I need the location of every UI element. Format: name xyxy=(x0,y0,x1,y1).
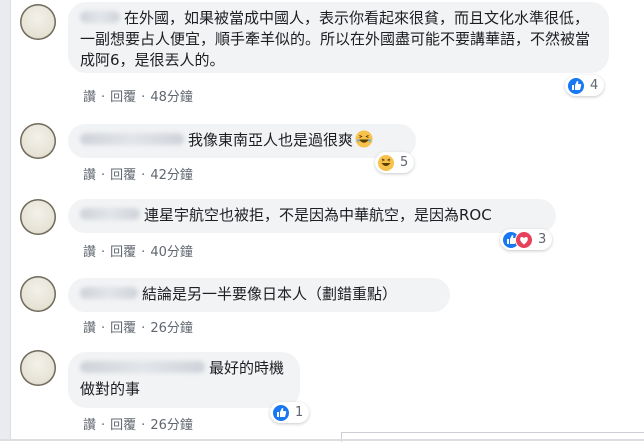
timestamp[interactable]: 40分鐘 xyxy=(150,241,193,260)
comment-actions: 讚 · 回覆 · 42分鐘 xyxy=(83,164,193,183)
separator-dot: · xyxy=(101,168,106,183)
like-link[interactable]: 讚 xyxy=(83,241,96,260)
separator-dot: · xyxy=(141,168,146,183)
author-name-redacted[interactable] xyxy=(80,133,184,145)
comment-actions: 讚 · 回覆 · 26分鐘 xyxy=(83,414,193,433)
author-name-redacted[interactable] xyxy=(80,361,205,373)
reply-link[interactable]: 回覆 xyxy=(110,317,136,336)
comment-actions: 讚 · 回覆 · 26分鐘 xyxy=(83,317,193,336)
author-name-redacted[interactable] xyxy=(80,208,140,220)
reaction-summary[interactable]: 3 xyxy=(500,229,553,250)
comment-text: 我像東南亞人也是過很爽 xyxy=(188,131,354,149)
reply-link[interactable]: 回覆 xyxy=(110,86,136,105)
reply-link[interactable]: 回覆 xyxy=(110,241,136,260)
avatar[interactable] xyxy=(20,276,56,312)
comment-actions: 讚 · 回覆 · 48分鐘 xyxy=(83,86,193,105)
separator-dot: · xyxy=(141,90,146,105)
comment-bubble: 在外國，如果被當成中國人，表示你看起來很貧，而且文化水準很低，一副想要占人便宜，… xyxy=(68,2,609,73)
avatar[interactable] xyxy=(20,199,56,235)
comment-text: 在外國，如果被當成中國人，表示你看起來很貧，而且文化水準很低，一副想要占人便宜，… xyxy=(80,9,591,69)
timestamp[interactable]: 48分鐘 xyxy=(150,86,193,105)
avatar[interactable] xyxy=(20,123,56,159)
left-frame-edge xyxy=(0,0,11,441)
like-link[interactable]: 讚 xyxy=(83,317,96,336)
comment-text: 連星宇航空也被拒，不是因為中華航空，是因為ROC xyxy=(144,206,492,224)
reaction-summary[interactable]: 4 xyxy=(565,75,605,96)
timestamp[interactable]: 42分鐘 xyxy=(150,164,193,183)
separator-dot: · xyxy=(101,418,106,433)
timestamp[interactable]: 26分鐘 xyxy=(150,414,193,433)
separator-dot: · xyxy=(141,321,146,336)
haha-icon xyxy=(377,153,395,172)
comment-bubble: 連星宇航空也被拒，不是因為中華航空，是因為ROC xyxy=(68,199,556,233)
like-icon xyxy=(272,403,290,422)
separator-dot: · xyxy=(101,245,106,260)
author-name-redacted[interactable] xyxy=(80,11,120,23)
reply-link[interactable]: 回覆 xyxy=(110,164,136,183)
comment-actions: 讚 · 回覆 · 40分鐘 xyxy=(83,241,193,260)
like-link[interactable]: 讚 xyxy=(83,164,96,183)
avatar[interactable] xyxy=(20,350,56,386)
laughing-emoji xyxy=(355,130,373,148)
comment-text: 結論是另一半要像日本人（劃錯重點） xyxy=(142,285,398,303)
timestamp[interactable]: 26分鐘 xyxy=(150,317,193,336)
separator-dot: · xyxy=(141,245,146,260)
comment-bubble: 最好的時機 做對的事 xyxy=(68,352,300,408)
reaction-count: 5 xyxy=(400,155,409,170)
separator-dot: · xyxy=(141,418,146,433)
like-link[interactable]: 讚 xyxy=(83,86,96,105)
separator-dot: · xyxy=(101,321,106,336)
like-link[interactable]: 讚 xyxy=(83,414,96,433)
reaction-summary[interactable]: 1 xyxy=(270,402,310,423)
like-icon xyxy=(567,76,585,95)
author-name-redacted[interactable] xyxy=(80,287,138,299)
separator-dot: · xyxy=(101,90,106,105)
reaction-count: 3 xyxy=(538,232,547,247)
reaction-summary[interactable]: 5 xyxy=(375,152,415,173)
comment-bubble: 結論是另一半要像日本人（劃錯重點） xyxy=(68,278,450,312)
avatar[interactable] xyxy=(20,4,56,40)
reply-link[interactable]: 回覆 xyxy=(110,414,136,433)
reaction-count: 4 xyxy=(590,78,599,93)
reaction-count: 1 xyxy=(295,405,304,420)
love-icon xyxy=(515,230,533,249)
comment-bubble: 我像東南亞人也是過很爽 xyxy=(68,124,416,158)
